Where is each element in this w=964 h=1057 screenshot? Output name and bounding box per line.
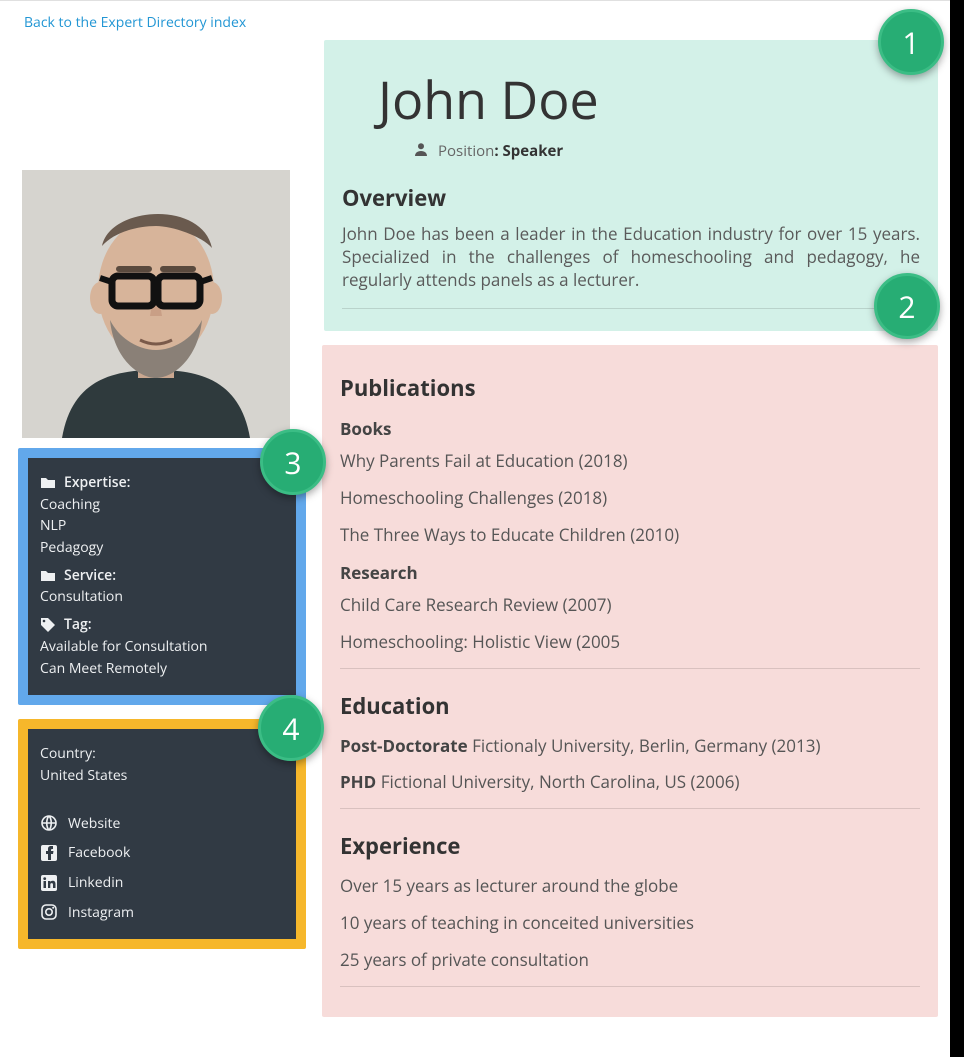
position-value: : Speaker [494, 141, 563, 161]
link-label: Instagram [68, 902, 134, 924]
linkedin-link[interactable]: Linkedin [40, 872, 284, 894]
experience-title: Experience [340, 831, 920, 861]
expertise-panel: Expertise: Coaching NLP Pedagogy Service… [18, 448, 306, 705]
profile-photo [22, 170, 290, 438]
expertise-value: NLP [40, 515, 284, 537]
tag-value: Can Meet Remotely [40, 658, 284, 680]
research-item: Homeschooling: Holistic View (2005 [340, 631, 920, 654]
publications-title: Publications [340, 373, 920, 403]
tag-label: Tag: [64, 614, 92, 636]
experience-item: Over 15 years as lecturer around the glo… [340, 875, 920, 898]
contact-panel: Country: United States Website [18, 719, 306, 949]
facebook-icon [40, 844, 58, 862]
research-item: Child Care Research Review (2007) [340, 594, 920, 617]
book-item: Why Parents Fail at Education (2018) [340, 450, 920, 473]
expertise-value: Coaching [40, 494, 284, 516]
overview-card: John Doe Position : Speaker Overview Joh… [324, 40, 938, 331]
link-label: Facebook [68, 842, 130, 864]
instagram-icon [40, 903, 58, 921]
link-label: Linkedin [68, 872, 123, 894]
experience-item: 25 years of private consultation [340, 949, 920, 972]
expertise-value: Pedagogy [40, 537, 284, 559]
experience-item: 10 years of teaching in conceited univer… [340, 912, 920, 935]
website-link[interactable]: Website [40, 813, 284, 835]
back-link[interactable]: Back to the Expert Directory index [24, 13, 246, 32]
callout-badge: 3 [260, 429, 326, 495]
education-title: Education [340, 691, 920, 721]
callout-badge: 2 [874, 273, 940, 339]
folder-icon [40, 475, 56, 491]
callout-badge: 4 [258, 695, 324, 761]
expertise-label: Expertise: [64, 472, 131, 494]
tag-icon [40, 617, 56, 633]
person-icon [414, 141, 428, 161]
education-item: Post-Doctorate Fictionaly University, Be… [340, 735, 920, 758]
books-label: Books [340, 417, 920, 440]
folder-icon [40, 568, 56, 584]
country-label: Country: [40, 743, 284, 765]
instagram-link[interactable]: Instagram [40, 902, 284, 924]
profile-name: John Doe [342, 40, 920, 141]
book-item: Homeschooling Challenges (2018) [340, 487, 920, 510]
service-label: Service: [64, 565, 116, 587]
globe-icon [40, 814, 58, 832]
facebook-link[interactable]: Facebook [40, 842, 284, 864]
service-value: Consultation [40, 586, 284, 608]
tag-value: Available for Consultation [40, 636, 284, 658]
country-value: United States [40, 765, 284, 787]
linkedin-icon [40, 874, 58, 892]
research-label: Research [340, 561, 920, 584]
education-item: PHD Fictional University, North Carolina… [340, 771, 920, 794]
details-card: Publications Books Why Parents Fail at E… [322, 345, 938, 1017]
overview-text: John Doe has been a leader in the Educat… [342, 223, 920, 292]
position-label: Position [438, 141, 494, 161]
link-label: Website [68, 813, 120, 835]
overview-title: Overview [342, 183, 920, 213]
book-item: The Three Ways to Educate Children (2010… [340, 524, 920, 547]
callout-badge: 1 [878, 9, 944, 75]
